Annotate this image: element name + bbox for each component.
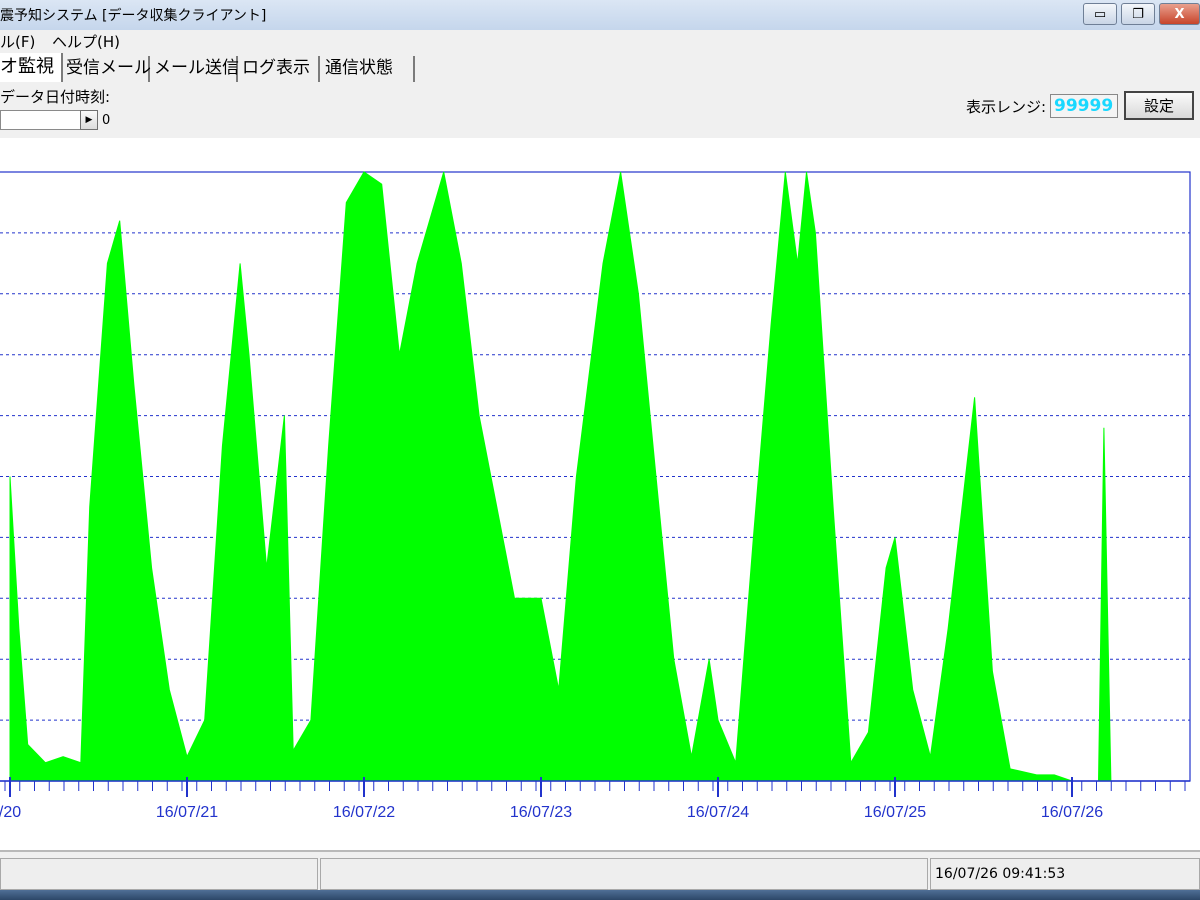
slider-value: 0 <box>102 113 111 128</box>
range-input[interactable]: 99999 <box>1050 94 1118 118</box>
control-bar: データ日付時刻: 表示レンジ: <box>0 82 1200 138</box>
taskbar <box>0 890 1200 900</box>
status-panel-2 <box>320 858 928 890</box>
tab-log[interactable]: ログ表示 <box>242 56 320 82</box>
menu-bar: ル(F) ヘルプ(H) <box>0 30 1200 53</box>
slider-right-arrow-icon[interactable]: ▶ <box>80 110 98 130</box>
x-tick-label: 16/07/21 <box>156 804 218 821</box>
tab-send-mail[interactable]: メール送信 <box>154 56 239 82</box>
close-button[interactable]: X <box>1159 3 1200 25</box>
datetime-label: データ日付時刻: <box>0 88 111 106</box>
tab-connection-status[interactable]: 通信状態 <box>325 56 415 82</box>
x-tick-label: 16/07/24 <box>687 804 749 821</box>
chart-area: /20 16/07/21 16/07/22 16/07/23 16/07/24 16/07… <box>0 138 1200 850</box>
minimize-button[interactable]: ▭ <box>1083 3 1117 25</box>
x-tick-label: /20 <box>0 804 21 821</box>
status-panel-1 <box>0 858 318 890</box>
restore-button[interactable]: ❐ <box>1121 3 1155 25</box>
range-label: 表示レンジ: <box>966 98 1047 116</box>
tab-bar: オ監視 受信メール メール送信 ログ表示 通信状態 <box>0 52 1200 82</box>
set-button[interactable]: 設定 <box>1124 91 1194 120</box>
x-tick-label: 16/07/25 <box>864 804 926 821</box>
tab-received-mail[interactable]: 受信メール <box>66 56 151 82</box>
tab-monitor[interactable]: オ監視 <box>0 53 63 82</box>
window-title: 震予知システム [データ収集クライアント] <box>0 8 267 24</box>
x-tick-label: 16/07/26 <box>1041 804 1103 821</box>
waveform-chart: /20 16/07/21 16/07/22 16/07/23 16/07/24 16/07… <box>0 171 1191 821</box>
status-timestamp: 16/07/26 09:41:53 <box>930 858 1200 890</box>
menu-file[interactable]: ル(F) <box>0 31 35 52</box>
menu-help[interactable]: ヘルプ(H) <box>52 31 120 52</box>
x-tick-label: 16/07/23 <box>510 804 572 821</box>
title-bar: 震予知システム [データ収集クライアント] ▭ ❐ X <box>0 0 1200 31</box>
x-tick-label: 16/07/22 <box>333 804 395 821</box>
